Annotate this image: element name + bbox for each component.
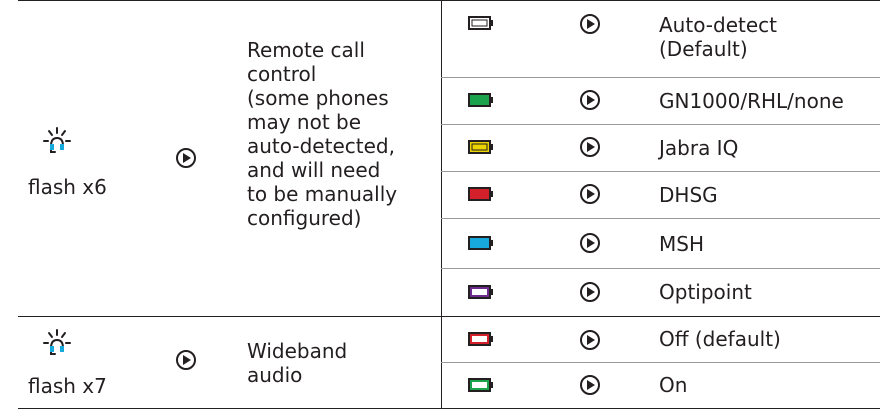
column-divider (441, 0, 442, 409)
setting-line: and will need (247, 158, 381, 182)
setting-label: Wideband audio (247, 339, 347, 387)
play-circle-icon (580, 330, 600, 350)
battery-green-icon (468, 378, 493, 392)
setting-line: audio (247, 363, 303, 387)
option-label: Off (default) (659, 327, 781, 351)
option-divider (441, 124, 880, 125)
setting-line: may not be (247, 110, 362, 134)
option-label-line: (Default) (659, 37, 748, 61)
play-circle-icon (580, 184, 600, 204)
play-circle-icon (580, 137, 600, 157)
flash-label: flash x7 (28, 374, 107, 398)
setting-line: Remote call (247, 38, 365, 62)
option-label-line: Auto-detect (659, 13, 778, 37)
headset-flash-icon (43, 127, 71, 153)
row-divider (18, 316, 880, 317)
setting-line: to be manually (247, 182, 398, 206)
option-label: GN1000/RHL/none (659, 89, 844, 113)
play-circle-icon (580, 375, 600, 395)
battery-green-icon (468, 93, 493, 107)
setting-line: auto-detected, (247, 134, 395, 158)
table-top-border (18, 0, 880, 1)
setting-line: (some phones (247, 86, 389, 110)
battery-red-icon (468, 332, 493, 346)
battery-white-icon (468, 16, 493, 30)
battery-blue-icon (468, 236, 493, 250)
play-circle-icon (176, 148, 196, 168)
play-circle-icon (176, 350, 196, 370)
option-divider (441, 218, 880, 219)
flash-label: flash x6 (28, 175, 107, 199)
option-label: MSH (659, 232, 704, 256)
option-label: Auto-detect (Default) (659, 13, 777, 61)
battery-yellow-icon (468, 140, 493, 154)
setting-line: Wideband (247, 339, 348, 363)
play-circle-icon (580, 282, 600, 302)
battery-purple-icon (468, 285, 493, 299)
option-divider (441, 268, 880, 269)
option-divider (441, 77, 880, 78)
option-label: On (659, 373, 688, 397)
headset-flash-icon (43, 329, 71, 355)
battery-red-icon (468, 187, 493, 201)
play-circle-icon (580, 14, 600, 34)
setting-line: control (247, 62, 317, 86)
setting-label: Remote call control (some phones may not… (247, 38, 397, 230)
option-label: Optipoint (659, 280, 752, 304)
option-label: Jabra IQ (659, 136, 739, 160)
play-circle-icon (580, 233, 600, 253)
play-circle-icon (580, 90, 600, 110)
option-divider (441, 362, 880, 363)
setting-line: configured) (247, 206, 362, 230)
option-label: DHSG (659, 183, 718, 207)
option-divider (441, 171, 880, 172)
